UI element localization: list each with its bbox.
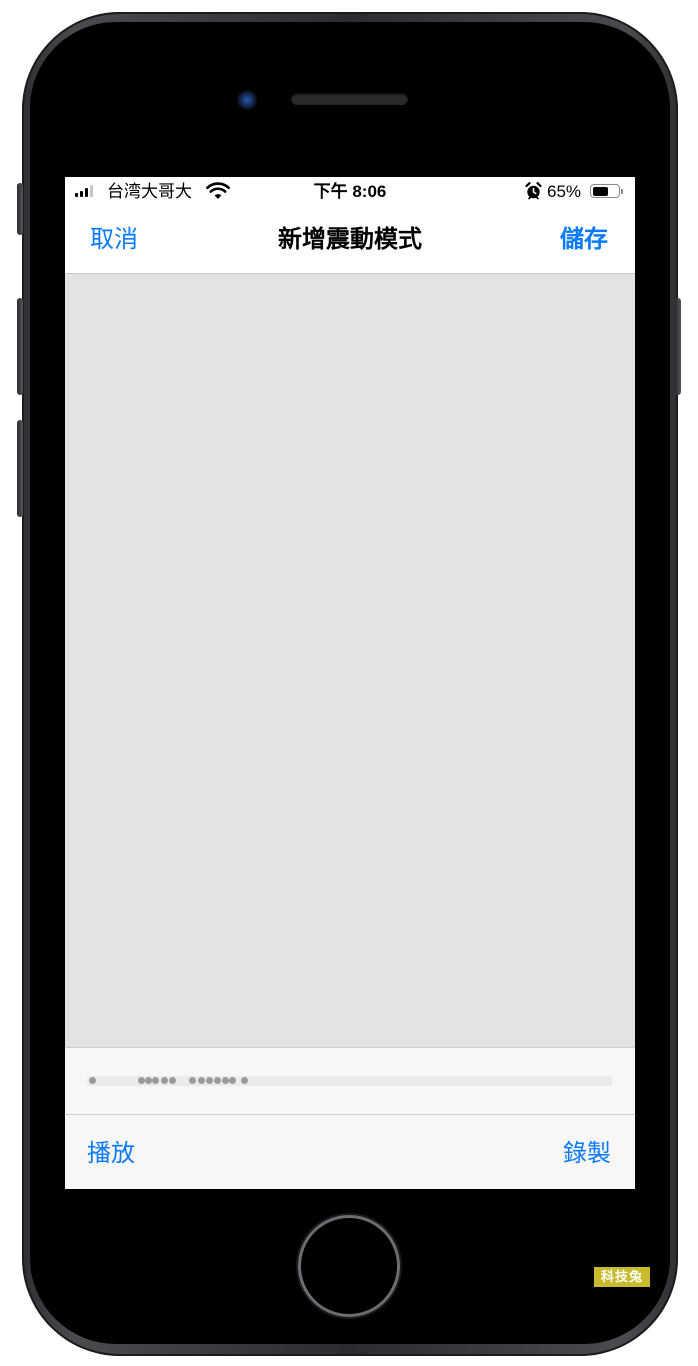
vibration-timeline — [65, 1047, 635, 1115]
vibration-pulse — [214, 1077, 221, 1084]
home-button[interactable] — [298, 1215, 400, 1317]
vibration-tap-area[interactable] — [65, 274, 635, 1047]
power-button — [675, 298, 681, 395]
battery-percent: 65% — [547, 182, 582, 201]
vibration-pulse — [169, 1077, 176, 1084]
vibration-pulse — [161, 1077, 168, 1084]
earpiece-speaker — [291, 93, 408, 105]
vibration-pulse — [152, 1077, 159, 1084]
bottom-toolbar: 播放 錄製 — [65, 1115, 635, 1189]
status-bar: 台湾大哥大 下午 8:06 65% — [65, 177, 635, 207]
volume-up-button — [17, 298, 23, 395]
vibration-pulse — [189, 1077, 196, 1084]
vibration-pulse — [89, 1077, 96, 1084]
screenshot-stage: 科技兔 台湾大哥大 下午 8:06 65% 取消 新增震動模式 儲存 播放 錄製 — [0, 0, 698, 1366]
vibration-pulse — [241, 1077, 248, 1084]
vibration-pulse — [206, 1077, 213, 1084]
mute-switch — [17, 183, 23, 235]
battery-fill — [592, 186, 609, 196]
save-button[interactable]: 儲存 — [560, 225, 608, 255]
vibration-pulse — [145, 1077, 152, 1084]
navigation-bar: 取消 新增震動模式 儲存 — [65, 207, 635, 274]
battery-tip — [621, 189, 623, 194]
vibration-pulse — [222, 1077, 229, 1084]
vibration-pulse — [138, 1077, 145, 1084]
volume-down-button — [17, 420, 23, 517]
play-button[interactable]: 播放 — [87, 1139, 135, 1169]
vibration-pulse — [198, 1077, 205, 1084]
record-button[interactable]: 錄製 — [563, 1139, 611, 1169]
page-title: 新增震動模式 — [278, 226, 422, 253]
vibration-pulse — [229, 1077, 236, 1084]
battery-icon — [590, 184, 620, 198]
watermark-logo: 科技兔 — [594, 1267, 650, 1287]
alarm-icon — [525, 182, 542, 200]
screen: 台湾大哥大 下午 8:06 65% 取消 新增震動模式 儲存 播放 錄製 — [65, 177, 635, 1189]
front-camera — [237, 90, 257, 110]
